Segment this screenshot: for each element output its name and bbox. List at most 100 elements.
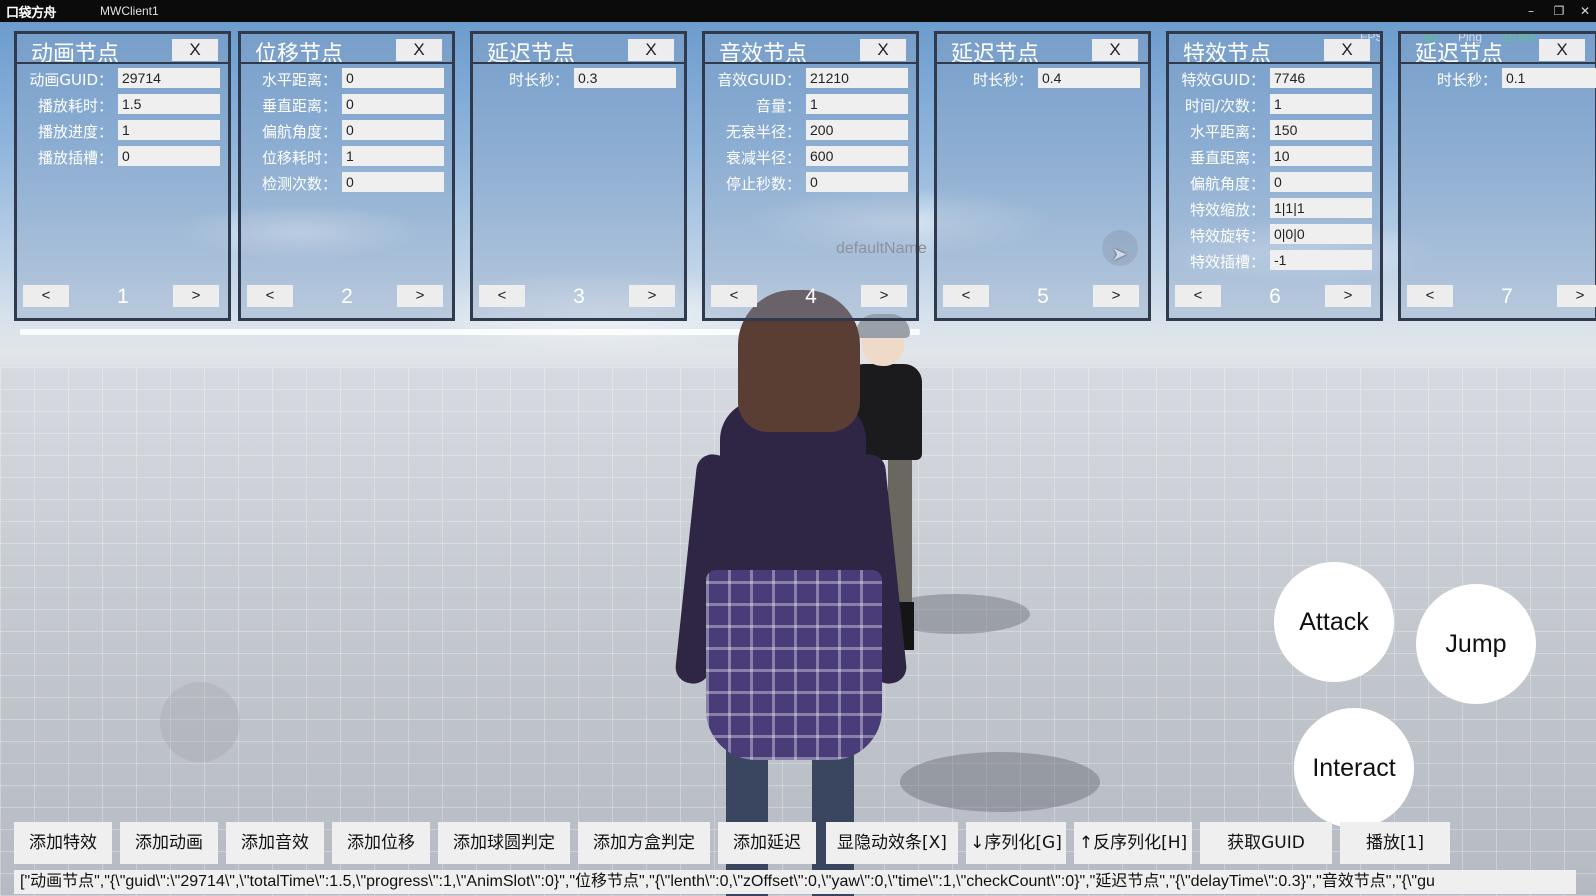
add-sphere-check-button[interactable]: 添加球圆判定 (438, 822, 570, 864)
add-box-check-button[interactable]: 添加方盒判定 (578, 822, 710, 864)
attack-button[interactable]: Attack (1274, 562, 1394, 682)
serialize-button[interactable]: ↓序列化[G] (966, 822, 1066, 864)
deserialize-button[interactable]: ↑反序列化[H] (1074, 822, 1192, 864)
next-node-button[interactable]: > (173, 285, 219, 307)
next-node-button[interactable]: > (1557, 285, 1596, 307)
minimize-icon[interactable]: – (1520, 1, 1542, 21)
field-input[interactable]: 0 (342, 94, 444, 114)
prev-node-button[interactable]: < (23, 285, 69, 307)
node-panel: 延迟节点 X 时长秒： 0.1 <7 > (1398, 31, 1596, 321)
field-row: 偏航角度： 0 (1169, 171, 1380, 193)
field-input[interactable]: 1 (342, 146, 444, 166)
field-input[interactable]: 1|1|1 (1270, 198, 1372, 218)
get-guid-button[interactable]: 获取GUID (1200, 822, 1332, 864)
field-row: 播放插槽： 0 (17, 145, 228, 167)
field-input[interactable]: 10 (1270, 146, 1372, 166)
field-row: 时长秒： 0.3 (473, 67, 684, 89)
field-input[interactable]: 29714 (118, 68, 220, 88)
add-move-button[interactable]: 添加位移 (332, 822, 430, 864)
add-effect-button[interactable]: 添加特效 (14, 822, 112, 864)
jump-button[interactable]: Jump (1416, 584, 1536, 704)
field-row: 水平距离： 150 (1169, 119, 1380, 141)
field-input[interactable]: 600 (806, 146, 908, 166)
field-input[interactable]: 0.4 (1038, 68, 1140, 88)
prev-node-button[interactable]: < (711, 285, 757, 307)
field-label: 特效插槽： (1189, 253, 1265, 271)
field-input[interactable]: 0.1 (1502, 68, 1596, 88)
field-input[interactable]: -1 (1270, 250, 1372, 270)
field-label: 播放进度： (37, 123, 113, 141)
virtual-joystick[interactable] (160, 682, 240, 762)
field-label: 偏航角度： (1189, 175, 1265, 193)
add-delay-button[interactable]: 添加延迟 (718, 822, 816, 864)
next-node-button[interactable]: > (629, 285, 675, 307)
node-index: 6 (1269, 285, 1281, 308)
field-input[interactable]: 0 (1270, 172, 1372, 192)
prev-node-button[interactable]: < (479, 285, 525, 307)
field-label: 特效缩放： (1189, 201, 1265, 219)
field-label: 垂直距离： (261, 97, 337, 115)
field-row: 播放耗时： 1.5 (17, 93, 228, 115)
field-label: 时间/次数： (1184, 97, 1265, 115)
serialized-output[interactable]: ["动画节点","{\"guid\":\"29714\",\"totalTime… (14, 870, 1576, 894)
prev-node-button[interactable]: < (943, 285, 989, 307)
panel-close-button[interactable]: X (860, 39, 906, 61)
field-row: 检测次数： 0 (241, 171, 452, 193)
field-input[interactable]: 0 (118, 146, 220, 166)
field-row: 停止秒数： 0 (705, 171, 916, 193)
add-sound-button[interactable]: 添加音效 (226, 822, 324, 864)
prev-node-button[interactable]: < (247, 285, 293, 307)
next-node-button[interactable]: > (861, 285, 907, 307)
field-row: 衰减半径： 600 (705, 145, 916, 167)
field-label: 时长秒： (972, 71, 1033, 89)
window-titlebar: 口袋方舟 MWClient1 – ❐ ✕ (0, 0, 1596, 22)
panel-close-button[interactable]: X (172, 39, 218, 61)
field-label: 水平距离： (1189, 123, 1265, 141)
field-input[interactable]: 21210 (806, 68, 908, 88)
panel-close-button[interactable]: X (396, 39, 442, 61)
field-input[interactable]: 0 (342, 68, 444, 88)
panel-divider (241, 62, 452, 64)
panel-close-button[interactable]: X (1539, 39, 1585, 61)
node-panel: 延迟节点 X 时长秒： 0.4 <5 > (934, 31, 1151, 321)
add-animation-button[interactable]: 添加动画 (120, 822, 218, 864)
field-input[interactable]: 200 (806, 120, 908, 140)
prev-node-button[interactable]: < (1175, 285, 1221, 307)
field-row: 时间/次数： 1 (1169, 93, 1380, 115)
field-row: 时长秒： 0.1 (1401, 67, 1596, 89)
next-node-button[interactable]: > (1093, 285, 1139, 307)
close-icon[interactable]: ✕ (1574, 1, 1596, 21)
restore-icon[interactable]: ❐ (1548, 1, 1570, 21)
field-input[interactable]: 1 (118, 120, 220, 140)
field-label: 特效GUID： (1181, 71, 1265, 89)
panel-close-button[interactable]: X (628, 39, 674, 61)
field-input[interactable]: 0.3 (574, 68, 676, 88)
field-label: 播放耗时： (37, 97, 113, 115)
field-row: 垂直距离： 0 (241, 93, 452, 115)
field-row: 无衰半径： 200 (705, 119, 916, 141)
field-label: 特效旋转： (1189, 227, 1265, 245)
play-button[interactable]: 播放[1] (1340, 822, 1450, 864)
next-node-button[interactable]: > (1325, 285, 1371, 307)
toggle-effect-bar-button[interactable]: 显隐动效条[X] (826, 822, 958, 864)
prev-node-button[interactable]: < (1407, 285, 1453, 307)
field-input[interactable]: 1 (1270, 94, 1372, 114)
field-input[interactable]: 0 (806, 172, 908, 192)
next-node-button[interactable]: > (397, 285, 443, 307)
field-label: 播放插槽： (37, 149, 113, 167)
field-input[interactable]: 1.5 (118, 94, 220, 114)
node-index: 1 (117, 285, 129, 308)
field-label: 动画GUID： (29, 71, 113, 89)
field-label: 音量： (755, 97, 801, 115)
field-row: 特效插槽： -1 (1169, 249, 1380, 271)
field-label: 检测次数： (261, 175, 337, 193)
panel-close-button[interactable]: X (1324, 39, 1370, 61)
field-input[interactable]: 0|0|0 (1270, 224, 1372, 244)
field-input[interactable]: 0 (342, 172, 444, 192)
interact-button[interactable]: Interact (1294, 708, 1414, 828)
panel-close-button[interactable]: X (1092, 39, 1138, 61)
field-input[interactable]: 1 (806, 94, 908, 114)
field-input[interactable]: 0 (342, 120, 444, 140)
field-input[interactable]: 7746 (1270, 68, 1372, 88)
field-input[interactable]: 150 (1270, 120, 1372, 140)
